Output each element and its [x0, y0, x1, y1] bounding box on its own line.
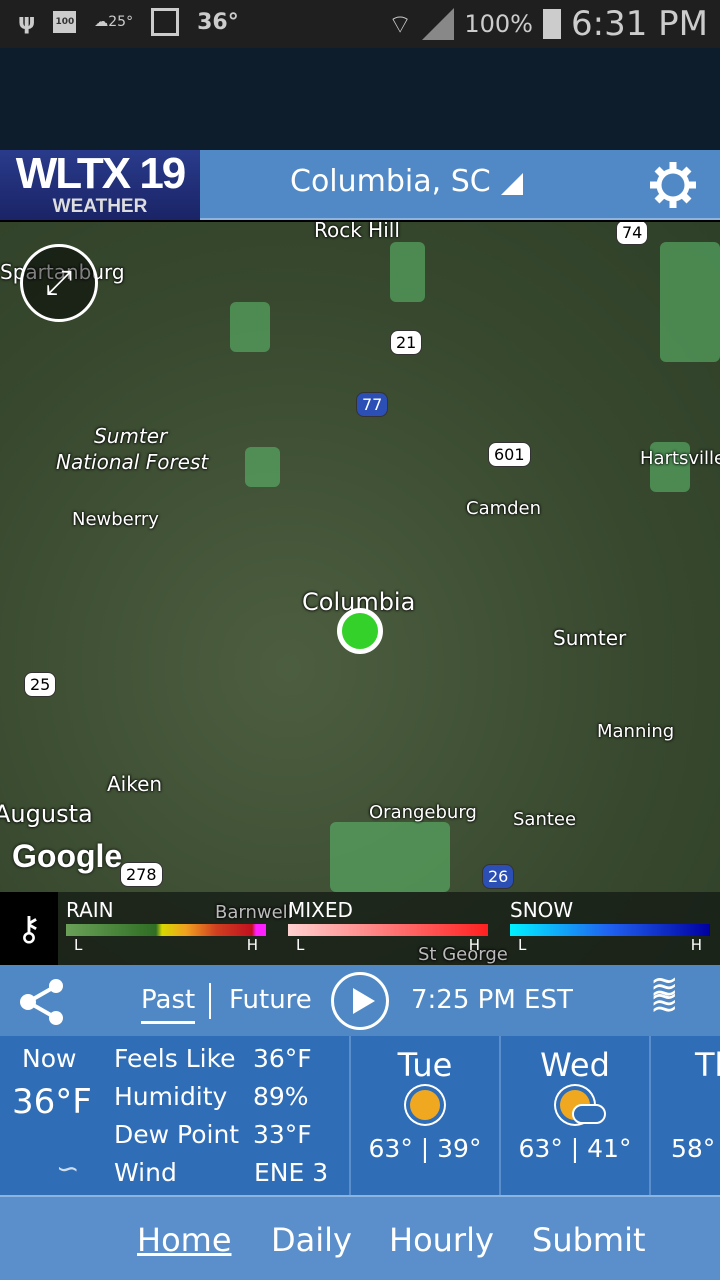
- map-label: Augusta: [0, 800, 93, 828]
- nav-home[interactable]: Home: [137, 1221, 232, 1259]
- battery-icon: [543, 9, 561, 39]
- gear-icon[interactable]: [648, 160, 698, 210]
- forecast-day[interactable]: Wed 63° | 41°: [499, 1036, 649, 1195]
- highway-shield: 26: [482, 864, 515, 889]
- temp-text: 36°: [197, 9, 239, 35]
- map-label: National Forest: [56, 450, 209, 474]
- map-label: Manning: [597, 721, 675, 742]
- usb-icon: ψ: [18, 9, 36, 35]
- play-icon: [353, 988, 375, 1014]
- current-temp: 36°F: [12, 1082, 92, 1122]
- map-label: Orangeburg: [369, 802, 477, 823]
- high-temp: 63°: [518, 1134, 563, 1163]
- radar-controls: Past Future 7:25 PM EST ≋ ≋: [0, 965, 720, 1036]
- wifi-icon: ⌔: [387, 9, 413, 40]
- wind-icon: ∽: [56, 1152, 80, 1185]
- weather-icon: ☁25°: [94, 14, 134, 30]
- play-button[interactable]: [331, 972, 389, 1030]
- tab-past[interactable]: Past: [141, 985, 196, 1024]
- feels-like-label: Feels Like: [114, 1044, 236, 1073]
- highway-shield: 601: [488, 442, 531, 467]
- status-bar: ψ 100 ☁25° 36° ⌔ 100% 6:31 PM: [0, 0, 720, 48]
- signal-icon: [422, 8, 455, 40]
- share-icon[interactable]: [18, 977, 68, 1027]
- highway-shield: 74: [616, 222, 649, 245]
- low-temp: 39°: [437, 1134, 482, 1163]
- gallery-icon: [151, 8, 180, 36]
- weather-temp: 25°: [108, 14, 134, 30]
- dew-point-value: 33°F: [253, 1120, 312, 1149]
- low-temp: 41°: [587, 1134, 632, 1163]
- map-label: Sumter: [94, 424, 168, 448]
- app-header: WLTX 19 WEATHER Columbia, SC: [0, 150, 720, 220]
- map-label: Hartsville: [640, 448, 720, 469]
- wind-label: Wind: [114, 1158, 177, 1187]
- forecast-day[interactable]: Tue 63° | 39°: [349, 1036, 499, 1195]
- logo: WLTX 19 WEATHER: [0, 150, 200, 220]
- expand-icon: ⤢: [45, 263, 73, 303]
- map-label: Sumter: [553, 626, 627, 650]
- map-label: Rock Hill: [314, 222, 400, 242]
- battery-percent: 100%: [464, 10, 533, 38]
- humidity-label: Humidity: [114, 1082, 228, 1111]
- partly-cloudy-icon: [560, 1090, 606, 1124]
- map-label: Newberry: [72, 509, 159, 530]
- wind-value: ENE 3: [254, 1158, 329, 1187]
- snow-legend: SNOW LH: [510, 898, 710, 954]
- highway-shield: 278: [120, 862, 163, 887]
- app-top-band: [0, 48, 720, 150]
- key-icon[interactable]: ⚷: [0, 892, 58, 965]
- layers-icon[interactable]: ≋ ≋: [650, 970, 679, 1020]
- now-label: Now: [22, 1044, 77, 1073]
- nav-submit[interactable]: Submit: [532, 1221, 646, 1259]
- nav-daily[interactable]: Daily: [271, 1221, 352, 1259]
- divider: [209, 983, 211, 1019]
- high-temp: 63°: [368, 1134, 413, 1163]
- location-marker: [337, 608, 383, 654]
- current-conditions: Now 36°F ∽ Feels Like 36°F Humidity 89% …: [0, 1036, 720, 1195]
- radar-legend: ⚷ Barnwell St George RAIN LH MIXED LH SN…: [0, 892, 720, 965]
- location-selector[interactable]: Columbia, SC: [290, 164, 523, 199]
- highway-shield: 25: [24, 672, 57, 697]
- map-label: Camden: [466, 498, 542, 519]
- battery-small-icon: 100: [53, 11, 77, 33]
- bottom-nav: Home Daily Hourly Submit: [0, 1195, 720, 1280]
- humidity-value: 89%: [253, 1082, 309, 1111]
- map-label: Santee: [513, 809, 577, 830]
- high-temp: 58°: [671, 1134, 716, 1163]
- feels-like-value: 36°F: [253, 1044, 312, 1073]
- clock: 6:31 PM: [571, 4, 708, 44]
- nav-hourly[interactable]: Hourly: [389, 1221, 494, 1259]
- dropdown-triangle-icon: [500, 173, 523, 195]
- dew-point-label: Dew Point: [114, 1120, 240, 1149]
- mixed-legend: MIXED LH: [288, 898, 488, 954]
- location-label: Columbia, SC: [290, 164, 491, 199]
- rain-legend: RAIN LH: [66, 898, 266, 954]
- highway-shield: 77: [356, 392, 389, 417]
- expand-map-button[interactable]: ⤢: [20, 244, 98, 322]
- radar-map[interactable]: Rock Hill Spartanburg Sumter National Fo…: [0, 222, 720, 965]
- tab-future[interactable]: Future: [229, 985, 312, 1015]
- highway-shield: 21: [390, 330, 423, 355]
- sunny-icon: [410, 1090, 440, 1120]
- google-attribution: Google: [12, 838, 123, 874]
- forecast-day[interactable]: Thu 58°: [649, 1036, 720, 1195]
- map-label: Aiken: [107, 772, 163, 796]
- radar-time: 7:25 PM EST: [411, 985, 573, 1015]
